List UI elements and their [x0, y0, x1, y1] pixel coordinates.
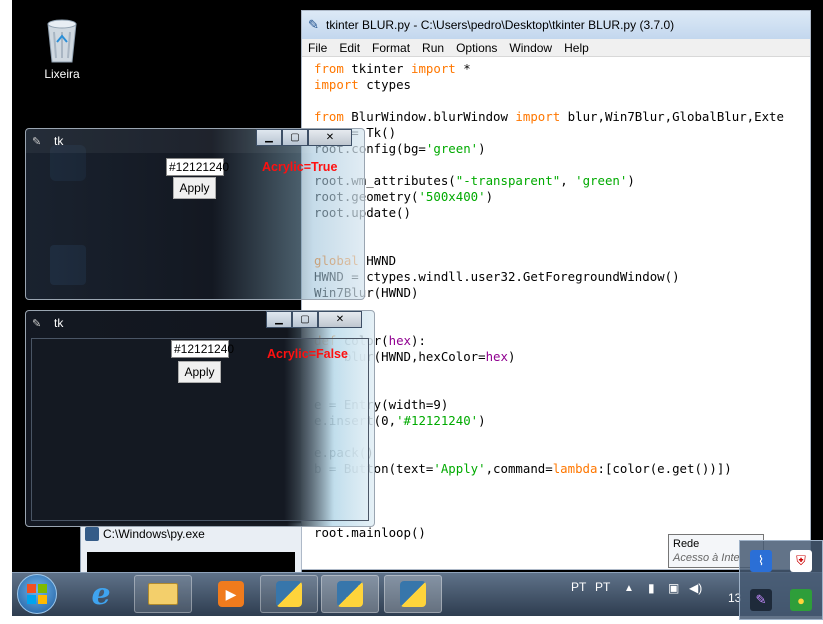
- security-shield-icon[interactable]: ⛨: [790, 550, 812, 572]
- maximize-button[interactable]: ▢: [282, 129, 308, 146]
- windows-logo-icon: [27, 584, 47, 604]
- idle-editor-window[interactable]: ✎ tkinter BLUR.py - C:\Users\pedro\Deskt…: [301, 10, 811, 570]
- code-line[interactable]: [314, 493, 784, 509]
- code-line[interactable]: e = Entry(width=9): [314, 397, 784, 413]
- code-line[interactable]: root = Tk(): [314, 125, 784, 141]
- apply-button[interactable]: Apply: [178, 361, 221, 383]
- close-button[interactable]: ✕: [308, 129, 352, 146]
- tk-title: tk: [54, 316, 64, 330]
- code-line[interactable]: Win7Blur(HWND): [314, 285, 784, 301]
- idle-icon: [400, 581, 426, 607]
- colorful-app-icon[interactable]: ●: [790, 589, 812, 611]
- idle-title: tkinter BLUR.py - C:\Users\pedro\Desktop…: [326, 18, 675, 32]
- start-button[interactable]: [17, 574, 57, 614]
- menu-format[interactable]: Format: [366, 41, 416, 55]
- taskbar: e ▶ PT PT ▲ ▮ ▣ ◀) 13: [12, 572, 823, 616]
- code-line[interactable]: [314, 317, 784, 333]
- close-button[interactable]: ✕: [318, 311, 362, 328]
- internet-explorer-icon: e: [91, 576, 111, 612]
- python-icon: [276, 581, 302, 607]
- menu-run[interactable]: Run: [416, 41, 450, 55]
- code-line[interactable]: [314, 237, 784, 253]
- tk-window-no-acrylic[interactable]: ✎ tk ▁ ▢ ✕ #12121240 Apply Acrylic=False: [25, 310, 375, 527]
- code-line[interactable]: [314, 221, 784, 237]
- waveform-app-icon[interactable]: ⌇: [750, 550, 772, 572]
- code-line[interactable]: [314, 429, 784, 445]
- code-line[interactable]: [314, 365, 784, 381]
- feather-app-icon[interactable]: ✎: [750, 589, 772, 611]
- taskbar-ie[interactable]: e: [72, 575, 130, 613]
- recycle-bin-icon: [47, 19, 77, 63]
- code-line[interactable]: global HWND: [314, 253, 784, 269]
- code-line[interactable]: from BlurWindow.blurWindow import blur,W…: [314, 109, 784, 125]
- taskbar-media-player[interactable]: ▶: [202, 575, 260, 613]
- acrylic-label: Acrylic=False: [267, 347, 348, 361]
- code-line[interactable]: import ctypes: [314, 77, 784, 93]
- code-line[interactable]: root.update(): [314, 205, 784, 221]
- code-line[interactable]: e.pack(): [314, 445, 784, 461]
- tk-window-acrylic[interactable]: ✎ tk ▁ ▢ ✕ #12121240 Apply Acrylic=True: [25, 128, 365, 300]
- language-indicator[interactable]: PT: [571, 580, 586, 594]
- acrylic-label: Acrylic=True: [262, 160, 338, 174]
- minimize-button[interactable]: ▁: [266, 311, 292, 328]
- tray-overflow-flyout: ⌇ ⛨ ✎ ●: [739, 540, 823, 620]
- minimize-button[interactable]: ▁: [256, 129, 282, 146]
- keyboard-indicator[interactable]: PT: [595, 580, 610, 594]
- menu-help[interactable]: Help: [558, 41, 595, 55]
- code-line[interactable]: [314, 509, 784, 525]
- console-body: [87, 552, 295, 572]
- folder-icon: [148, 583, 178, 605]
- python-launcher-icon: [337, 581, 363, 607]
- py-exe-window[interactable]: C:\Windows\py.exe: [80, 523, 302, 572]
- feather-icon: ✎: [32, 136, 42, 148]
- code-line[interactable]: root.wm_attributes("-transparent", 'gree…: [314, 173, 784, 189]
- code-line[interactable]: root.config(bg='green'): [314, 141, 784, 157]
- hex-color-entry[interactable]: #12121240: [166, 158, 229, 176]
- code-line[interactable]: def color(hex):: [314, 333, 784, 349]
- code-line[interactable]: HWND = ctypes.windll.user32.GetForegroun…: [314, 269, 784, 285]
- maximize-button[interactable]: ▢: [292, 311, 318, 328]
- feather-icon: ✎: [32, 318, 42, 330]
- code-line[interactable]: blur(HWND,hexColor=hex): [314, 349, 784, 365]
- code-line[interactable]: b = Button(text='Apply',command=lambda:[…: [314, 461, 784, 477]
- menu-edit[interactable]: Edit: [333, 41, 366, 55]
- code-line[interactable]: [314, 93, 784, 109]
- python-console-icon: [85, 527, 99, 541]
- taskbar-python-file[interactable]: [260, 575, 318, 613]
- battery-icon[interactable]: ▮: [648, 581, 655, 595]
- code-line[interactable]: [314, 301, 784, 317]
- idle-title-bar[interactable]: ✎ tkinter BLUR.py - C:\Users\pedro\Deskt…: [302, 11, 810, 39]
- py-exe-title: C:\Windows\py.exe: [103, 527, 205, 541]
- code-line[interactable]: [314, 381, 784, 397]
- taskbar-python-rocket[interactable]: [321, 575, 379, 613]
- code-line[interactable]: from tkinter import *: [314, 61, 784, 77]
- feather-icon: ✎: [308, 17, 319, 32]
- show-hidden-icons-chevron-icon[interactable]: ▲: [624, 583, 634, 594]
- recycle-bin-label: Lixeira: [44, 67, 80, 81]
- taskbar-explorer[interactable]: [134, 575, 192, 613]
- tk-title: tk: [54, 134, 64, 148]
- network-icon[interactable]: ▣: [668, 581, 679, 595]
- menu-window[interactable]: Window: [503, 41, 558, 55]
- code-line[interactable]: root.geometry('500x400'): [314, 189, 784, 205]
- code-line[interactable]: e.insert(0,'#12121240'): [314, 413, 784, 429]
- menu-file[interactable]: File: [302, 41, 333, 55]
- media-player-icon: ▶: [218, 581, 244, 607]
- code-editor[interactable]: from tkinter import * import ctypes from …: [314, 61, 784, 541]
- recycle-bin-shortcut[interactable]: Lixeira: [27, 14, 97, 81]
- idle-menu-bar: File Edit Format Run Options Window Help: [302, 39, 810, 57]
- apply-button[interactable]: Apply: [173, 177, 216, 199]
- hex-color-entry[interactable]: #12121240: [171, 340, 234, 358]
- code-line[interactable]: [314, 157, 784, 173]
- menu-options[interactable]: Options: [450, 41, 503, 55]
- code-line[interactable]: [314, 477, 784, 493]
- volume-icon[interactable]: ◀): [689, 581, 702, 595]
- taskbar-idle[interactable]: [384, 575, 442, 613]
